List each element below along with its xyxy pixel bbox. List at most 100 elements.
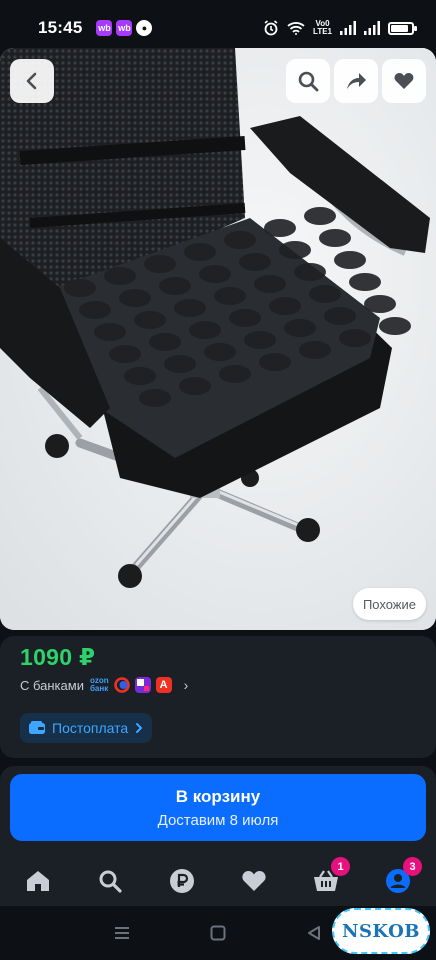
postpay-label: Постоплата [52, 720, 129, 736]
similar-button[interactable]: Похожие [352, 588, 426, 620]
back-button[interactable] [10, 59, 54, 103]
nav-favorites[interactable] [236, 863, 272, 899]
cushion-tuft [179, 377, 211, 395]
nav-profile[interactable]: 3 [380, 857, 422, 899]
nav-finance[interactable] [164, 863, 200, 899]
cart-card: В корзину Доставим 8 июля [0, 766, 436, 856]
postpay-button[interactable]: Постоплата [20, 713, 153, 743]
cushion-tuft [219, 365, 251, 383]
banks-row[interactable]: С банками ozon банк A › [20, 676, 188, 694]
search-icon [99, 870, 122, 893]
home-icon [27, 871, 49, 891]
nav-search[interactable] [92, 863, 128, 899]
cushion-tuft [159, 277, 191, 295]
cushion-tuft [349, 273, 381, 291]
price-card: 1090 ₽ С банками ozon банк A › Постоплата [0, 636, 436, 758]
cushion-tuft [244, 331, 276, 349]
cart-badge: 1 [331, 857, 350, 876]
profile-badge: 3 [403, 857, 422, 876]
cushion-tuft [294, 263, 326, 281]
cushion-tuft [134, 311, 166, 329]
cushion-tuft [224, 231, 256, 249]
banks-label: С банками [20, 677, 84, 693]
heart-icon [394, 73, 414, 89]
cushion-tuft [104, 267, 136, 285]
cushion-tuft [364, 295, 396, 313]
signal-icon [364, 21, 380, 35]
bank-logo-red [113, 677, 130, 693]
status-time: 15:45 [38, 18, 83, 37]
chevron-right-icon: › [183, 677, 189, 693]
ozon-bank-logo: ozon банк [89, 676, 109, 693]
cushion-tuft [339, 329, 371, 347]
cushion-tuft [144, 255, 176, 273]
bank-logo-alfa: A [155, 677, 172, 693]
nav-cart[interactable]: 1 [308, 857, 350, 899]
cushion-tuft [119, 289, 151, 307]
cushion-tuft [174, 299, 206, 317]
search-button[interactable] [286, 59, 330, 103]
wallet-icon [29, 721, 45, 734]
back-triangle-icon[interactable] [306, 925, 322, 941]
bank-logo-purple [134, 677, 151, 693]
cushion-tuft [309, 285, 341, 303]
volte-indicator: Vo0 LTE1 [313, 19, 332, 36]
cushion-tuft [299, 341, 331, 359]
wb-notification-icon: wb [116, 20, 133, 36]
watermark-logo: NSKOB [332, 908, 430, 954]
share-arrow-icon [347, 73, 366, 89]
alarm-icon [264, 20, 278, 36]
cushion-tuft [94, 323, 126, 341]
add-to-cart-button[interactable]: В корзину Доставим 8 июля [10, 774, 426, 841]
ruble-icon [170, 869, 194, 893]
menu-icon[interactable] [114, 926, 130, 940]
cushion-tuft [204, 343, 236, 361]
cushion-tuft [149, 333, 181, 351]
cushion-tuft [164, 355, 196, 373]
chevron-left-icon [26, 72, 37, 90]
cushion-tuft [304, 207, 336, 225]
wb-notification-icon: wb [96, 20, 113, 36]
nav-home[interactable] [20, 863, 56, 899]
cart-button-title: В корзину [175, 787, 261, 806]
cushion-tuft [324, 307, 356, 325]
cushion-tuft [64, 279, 96, 297]
share-button[interactable] [334, 59, 378, 103]
cushion-tuft [229, 309, 261, 327]
bottom-nav: 1 3 [0, 856, 436, 906]
signal-icon [340, 21, 356, 35]
cushion-tuft [184, 243, 216, 261]
cushion-tuft [269, 297, 301, 315]
cushion-tuft [319, 229, 351, 247]
wifi-icon [287, 22, 305, 35]
search-icon [298, 71, 319, 92]
cushion-tuft [189, 321, 221, 339]
cart-button-subtitle: Доставим 8 июля [157, 812, 279, 829]
image-actions [282, 59, 426, 103]
cushion-tuft [109, 345, 141, 363]
cushion-tuft [79, 301, 111, 319]
status-icons: Vo0 LTE1 [263, 19, 417, 36]
price: 1090 ₽ [20, 644, 96, 670]
cushion-tuft [199, 265, 231, 283]
cushion-tuft [214, 287, 246, 305]
battery-icon [388, 21, 417, 35]
heart-icon [242, 871, 266, 891]
battery-level [391, 24, 408, 32]
cushion-tuft [239, 253, 271, 271]
cushion-tuft [139, 389, 171, 407]
chevron-right-icon [136, 723, 143, 733]
ozon-notification-icon: ● [136, 20, 153, 36]
favorite-button[interactable] [382, 59, 426, 103]
cushion-tuft [254, 275, 286, 293]
chair-photo [0, 48, 436, 630]
cushion-tuft [259, 353, 291, 371]
cushion-tuft [124, 367, 156, 385]
cushion-tuft [334, 251, 366, 269]
product-image[interactable]: Похожие [0, 48, 436, 630]
cushion-tuft [379, 317, 411, 335]
cushion-tuft [264, 219, 296, 237]
home-square-icon[interactable] [210, 925, 226, 941]
cushion-tuft [279, 241, 311, 259]
cushion-tuft [284, 319, 316, 337]
